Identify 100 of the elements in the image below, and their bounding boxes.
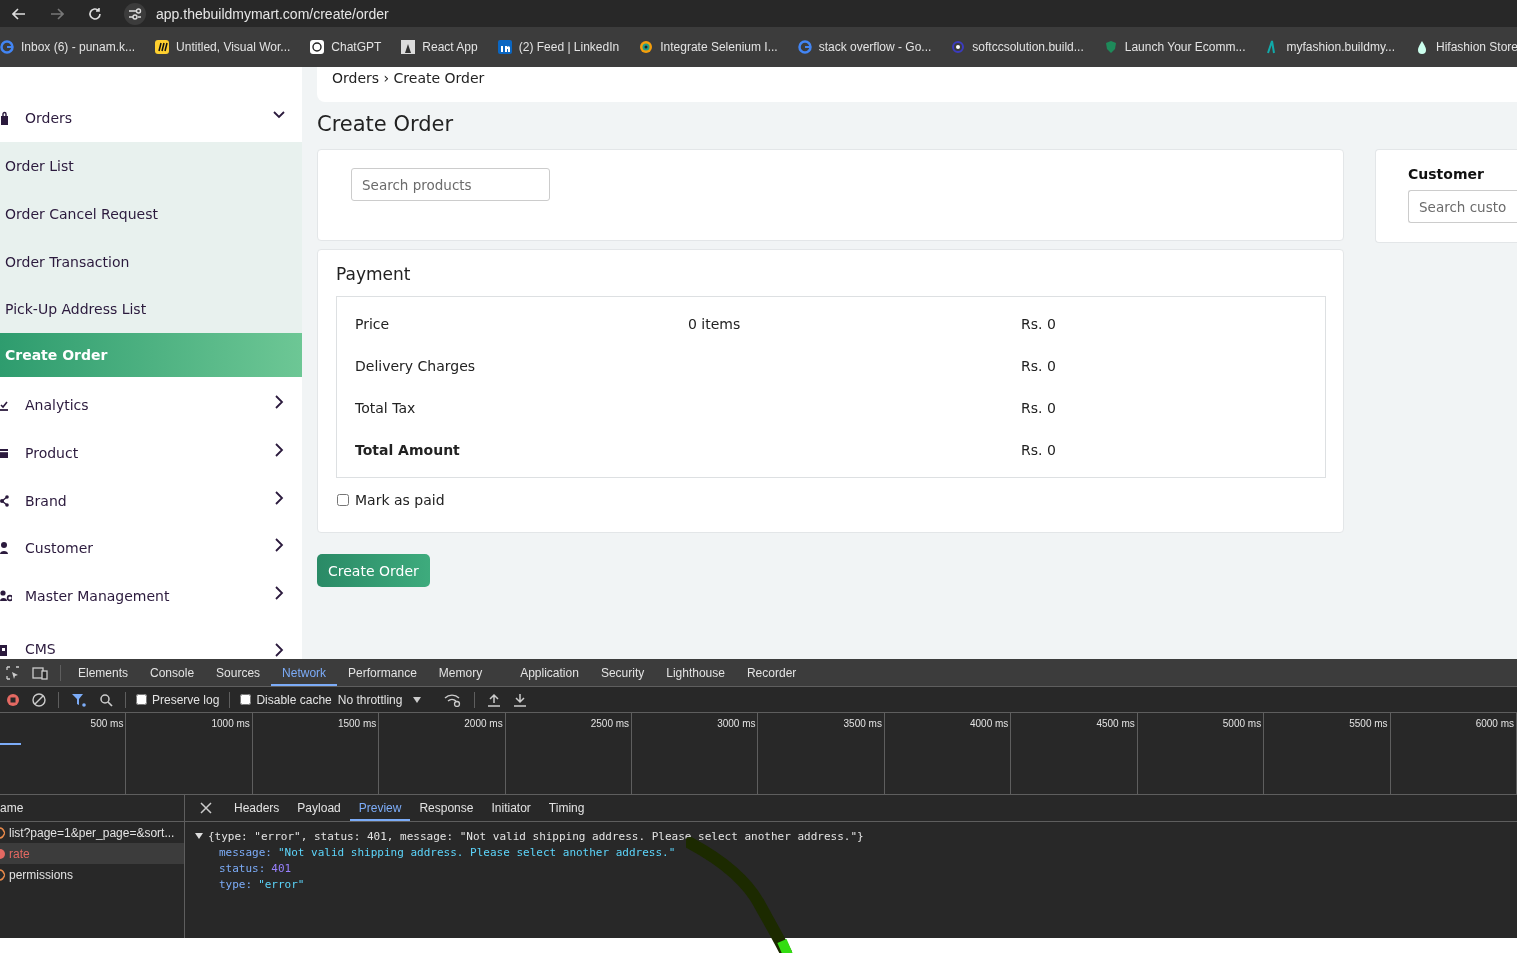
tick-label: 3000 ms (717, 718, 756, 729)
json-key: message: (219, 845, 272, 859)
circle-icon (797, 40, 812, 54)
request-name: list?page=1&per_page=&sort... (9, 825, 175, 840)
expanded-triangle-icon[interactable] (195, 832, 203, 840)
linkedin-icon (497, 40, 512, 54)
checkbox[interactable] (337, 494, 349, 506)
devtools-tab[interactable]: Lighthouse (655, 659, 736, 686)
devtools-tab[interactable]: Security (589, 659, 656, 686)
record-icon[interactable] (6, 692, 20, 707)
chevron-right-icon (272, 490, 286, 505)
bookmark[interactable]: ChatGPT (310, 40, 382, 54)
bookmark[interactable]: Untitled, Visual Wor... (155, 40, 291, 54)
devtools-tab[interactable]: Sources (205, 659, 272, 686)
download-icon[interactable] (513, 692, 528, 707)
table-cell-text: Total Tax (355, 400, 417, 416)
request-row[interactable]: list?page=1&per_page=&sort... (0, 822, 184, 843)
ring-icon (639, 40, 654, 54)
chevron-right-icon (272, 538, 286, 553)
device-icon[interactable] (32, 665, 48, 680)
site-settings-icon[interactable] (124, 2, 146, 25)
section-title: Payment (336, 264, 412, 284)
tick-label: 1000 ms (211, 718, 250, 729)
tick-label: 1500 ms (337, 718, 377, 729)
detail-tab[interactable]: Timing (539, 795, 594, 821)
devtools-tab[interactable]: Application (509, 659, 590, 686)
sidebar-item[interactable]: Pick-Up Address List (0, 285, 302, 334)
devtools-tab[interactable]: Console (139, 659, 206, 686)
eye-icon (951, 40, 966, 54)
bookmark[interactable]: (2) Feed | LinkedIn (497, 40, 620, 54)
devtools-tab[interactable]: Memory (427, 659, 494, 686)
caret-icon[interactable] (412, 695, 423, 704)
chevron-right-icon (272, 395, 286, 410)
json-value: "Not valid shipping address. Please select another address." (278, 845, 676, 859)
tick-label: 2500 ms (590, 718, 630, 729)
menu-label: CMS (25, 641, 57, 657)
search-icon[interactable] (99, 692, 113, 707)
tick-label: 3500 ms (843, 718, 882, 729)
devtools-tab[interactable]: Elements (67, 659, 140, 686)
detail-tab[interactable]: Payload (288, 795, 350, 821)
menu-label: Customer (25, 540, 94, 557)
inspect-icon[interactable] (6, 665, 20, 680)
wifi-settings-icon[interactable] (444, 692, 463, 707)
bookmark[interactable]: Launch Your Ecomm... (1103, 40, 1246, 54)
menu-label: Analytics (25, 397, 90, 414)
request-row[interactable]: permissions (0, 864, 184, 885)
clear-icon[interactable] (32, 692, 46, 707)
table-cell-text: Rs. 0 (1021, 400, 1057, 416)
url-text: app.thebuildmymart.com/create/order (156, 5, 389, 22)
devtools-tab[interactable]: Network (271, 659, 338, 686)
checkbox-label: Preserve log (152, 692, 220, 707)
tick-label: 6000 ms (1475, 718, 1514, 729)
devtools-tab[interactable]: Recorder (735, 659, 808, 686)
devtools-tab[interactable]: Performance (337, 659, 428, 686)
search-field[interactable]: Search custo (1408, 190, 1517, 223)
bookmark[interactable]: softccsolution.build... (951, 40, 1084, 54)
tick-label: 5000 ms (1222, 718, 1262, 729)
sidebar-item[interactable]: Order Cancel Request (0, 189, 302, 238)
close-icon[interactable] (200, 802, 212, 814)
table-cell-text: Total Amount (355, 442, 461, 458)
upload-icon[interactable] (487, 692, 502, 707)
bookmark[interactable]: Hifashion Store (1415, 40, 1517, 54)
search-field[interactable]: Search products (351, 168, 550, 201)
checkbox[interactable] (136, 694, 147, 705)
bookmark[interactable]: myfashion.buildmy... (1265, 40, 1395, 54)
shield-icon (1103, 40, 1118, 54)
breadcrumb: Orders › Create Order (332, 70, 485, 86)
tick-label: 4000 ms (969, 718, 1009, 729)
bookmark[interactable]: Inbox (6) - punam.k... (0, 40, 136, 54)
user-gear-icon (0, 588, 12, 603)
json-key: type: (219, 877, 253, 891)
bookmark[interactable]: stack overflow - Go... (797, 40, 932, 54)
json-summary: {type: "error", status: 401, message: "Not valid shipping address. Please select another address."} (208, 829, 864, 843)
brace-icon (0, 868, 6, 881)
detail-tab[interactable]: Initiator (482, 795, 540, 821)
table-cell-text: 0 items (688, 316, 742, 332)
detail-tab[interactable]: Preview (349, 795, 411, 821)
throttling-dropdown[interactable]: No throttling (337, 692, 403, 707)
tick-label: 4500 ms (1096, 718, 1135, 729)
table-cell-text: Rs. 0 (1021, 358, 1057, 374)
detail-tab[interactable]: Headers (225, 795, 289, 821)
request-name: rate (9, 846, 30, 861)
table-cell-text: Rs. 0 (1021, 316, 1057, 332)
filter-icon[interactable] (71, 692, 87, 707)
bookmark[interactable]: React App (401, 40, 478, 54)
request-name: permissions (9, 867, 74, 882)
column-header: ame (0, 795, 184, 822)
menu-label: Master Management (25, 587, 171, 604)
detail-tab[interactable]: Response (410, 795, 483, 821)
chevron-right-icon (272, 443, 286, 457)
menu-label: Brand (25, 492, 68, 509)
sidebar-item[interactable]: Order Transaction (0, 237, 302, 286)
tick-label: 500 ms (90, 718, 124, 729)
sidebar-item[interactable]: Order List (0, 142, 302, 190)
create-order-button[interactable]: Create Order (317, 554, 430, 587)
bookmark[interactable]: Integrate Selenium I... (639, 40, 778, 54)
json-value: "error" (258, 877, 305, 891)
table-cell-text: Rs. 0 (1021, 442, 1057, 458)
checkbox-label: Mark as paid (355, 492, 445, 508)
checkbox[interactable] (240, 694, 252, 705)
